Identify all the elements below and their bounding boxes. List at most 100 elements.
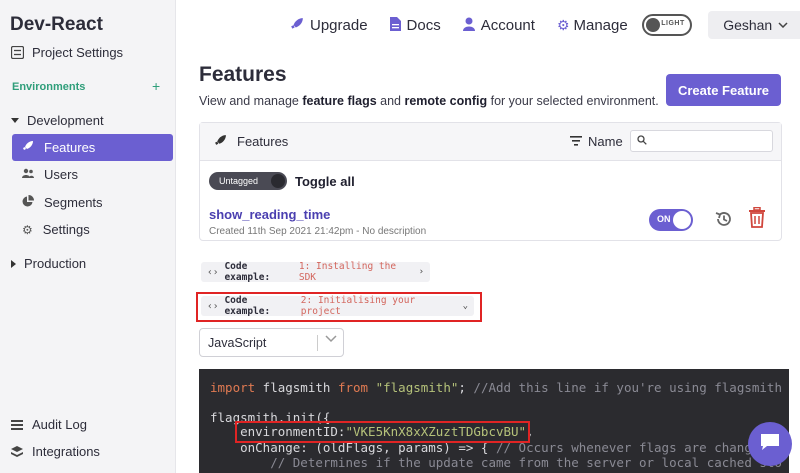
search-input[interactable]: [651, 135, 771, 147]
trash-icon[interactable]: [748, 207, 768, 229]
code-example-toggle-install[interactable]: ‹› Code example: 1: Installing the SDK ›: [201, 262, 430, 282]
theme-toggle[interactable]: LIGHT: [642, 14, 692, 36]
sidebar: Dev-React Project Settings Environments …: [0, 0, 176, 473]
account-link[interactable]: Account: [463, 17, 535, 34]
highlight-box: [196, 292, 482, 322]
code-token: flagsmith: [255, 380, 338, 395]
caret-right-icon: [11, 260, 16, 268]
code-line: // Determines if the update came from th…: [210, 455, 782, 470]
environment-label: Production: [24, 256, 86, 271]
toggle-knob: [646, 18, 660, 32]
highlight-box: [235, 421, 530, 443]
feature-row[interactable]: show_reading_time Created 11th Sep 2021 …: [209, 207, 426, 237]
page-title: Features: [199, 63, 287, 87]
sidebar-item-label: Users: [44, 167, 78, 182]
sidebar-item-audit-log[interactable]: Audit Log: [0, 417, 176, 432]
manage-link[interactable]: ⚙ Manage: [557, 17, 628, 34]
top-navigation: Upgrade Docs Account ⚙ Manage LIGHT Gesh…: [290, 12, 800, 38]
feature-name[interactable]: show_reading_time: [209, 207, 426, 222]
chat-button[interactable]: [748, 422, 792, 466]
settings-panel-icon: [10, 46, 24, 60]
feature-meta: Created 11th Sep 2021 21:42pm - No descr…: [209, 226, 426, 237]
sidebar-item-features[interactable]: Features: [12, 134, 173, 161]
sidebar-item-label: Segments: [44, 195, 103, 210]
page-subtitle: View and manage feature flags and remote…: [199, 94, 659, 108]
code-keyword: from: [338, 380, 368, 395]
sidebar-item-label: Project Settings: [32, 45, 123, 60]
sidebar-item-segments[interactable]: Segments: [12, 189, 173, 216]
users-icon: [22, 168, 34, 181]
subtitle-emphasis: remote config: [404, 94, 487, 108]
history-icon[interactable]: [714, 209, 734, 234]
tag-filter-row: Untagged Toggle all: [209, 172, 355, 190]
panel-title: Features: [237, 134, 288, 149]
sidebar-item-label: Integrations: [32, 444, 100, 459]
document-icon: [390, 17, 401, 34]
user-name: Geshan: [723, 17, 772, 33]
chat-bubble-icon: [759, 432, 781, 457]
search-icon: [637, 135, 647, 148]
chevron-right-icon: ›: [419, 267, 424, 277]
sidebar-item-users[interactable]: Users: [12, 161, 173, 188]
environment-production[interactable]: Production: [0, 256, 176, 271]
feature-enabled-toggle[interactable]: ON: [649, 209, 693, 231]
project-name[interactable]: Dev-React: [10, 14, 103, 36]
subtitle-text: for your selected environment.: [487, 94, 659, 108]
create-feature-button[interactable]: Create Feature: [666, 74, 781, 106]
theme-toggle-label: LIGHT: [661, 20, 685, 27]
toggle-all-button[interactable]: Toggle all: [295, 174, 355, 189]
sidebar-item-project-settings[interactable]: Project Settings: [0, 45, 176, 60]
code-icon: ‹›: [207, 267, 218, 278]
search-field[interactable]: [630, 130, 773, 152]
select-divider: [317, 335, 318, 351]
sidebar-item-label: Settings: [43, 222, 90, 237]
panel-header: Features Name: [200, 123, 781, 161]
add-environment-button[interactable]: +: [152, 78, 160, 94]
code-comment: // Occurs whenever flags are changed: [496, 440, 767, 455]
subtitle-text: View and manage: [199, 94, 302, 108]
pie-chart-icon: [22, 195, 34, 210]
code-example-title: 1: Installing the SDK: [299, 261, 413, 283]
toggle-state-label: ON: [657, 214, 671, 224]
features-panel: Features Name Untagged Toggle all show_r…: [199, 122, 782, 241]
environments-heading: Environments: [12, 81, 85, 93]
language-select[interactable]: JavaScript: [199, 328, 344, 357]
layers-icon: [10, 445, 24, 459]
account-label: Account: [481, 17, 535, 34]
sidebar-item-label: Audit Log: [32, 417, 87, 432]
gear-icon: ⚙: [557, 17, 570, 34]
subtitle-text: and: [377, 94, 405, 108]
code-comment: //Add this line if you're using flagsmit…: [466, 380, 782, 395]
code-keyword: import: [210, 380, 255, 395]
docs-link[interactable]: Docs: [390, 17, 441, 34]
code-token: ;: [458, 380, 466, 395]
rocket-icon: [22, 140, 34, 155]
gear-icon: ⚙: [22, 223, 33, 237]
code-comment: // Determines if the update came from th…: [210, 455, 782, 470]
upgrade-label: Upgrade: [310, 17, 368, 34]
sort-label: Name: [588, 134, 623, 149]
language-selected: JavaScript: [208, 336, 266, 350]
manage-label: Manage: [574, 17, 628, 34]
sidebar-item-integrations[interactable]: Integrations: [0, 444, 176, 459]
upgrade-link[interactable]: Upgrade: [290, 17, 368, 34]
sort-icon: [570, 135, 582, 149]
toggle-knob: [673, 211, 691, 229]
chevron-down-icon: [325, 335, 337, 346]
code-line: import flagsmith from "flagsmith"; //Add…: [210, 380, 782, 395]
untagged-label: Untagged: [219, 176, 258, 186]
untagged-toggle[interactable]: Untagged: [209, 172, 287, 190]
rocket-icon: [290, 17, 304, 34]
code-example-prefix: Code example:: [224, 261, 294, 283]
toggle-knob: [271, 174, 285, 188]
environment-label: Development: [27, 113, 104, 128]
environment-development[interactable]: Development: [0, 113, 176, 128]
chevron-down-icon: [778, 20, 788, 31]
sidebar-item-label: Features: [44, 140, 95, 155]
code-string: "flagsmith": [368, 380, 458, 395]
user-menu-button[interactable]: Geshan: [708, 11, 800, 39]
subtitle-emphasis: feature flags: [302, 94, 376, 108]
caret-down-icon: [11, 118, 19, 123]
sort-by-name-button[interactable]: Name: [570, 134, 623, 149]
sidebar-item-settings[interactable]: ⚙ Settings: [12, 216, 173, 243]
